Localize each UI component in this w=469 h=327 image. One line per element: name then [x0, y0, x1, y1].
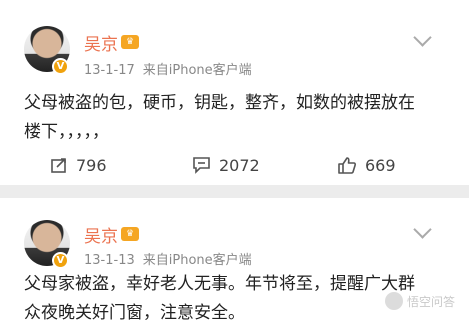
like-button[interactable]: 669: [337, 145, 396, 185]
repost-button[interactable]: 796: [50, 145, 107, 185]
post-meta: 13-1-17 来自iPhone客户端: [84, 59, 252, 78]
comment-count: 2072: [219, 155, 260, 175]
like-count: 669: [365, 155, 396, 175]
post-text: 父母家被盗，幸好老人无事。年节将至，提醒广大群 众夜晚关好门窗，注意安全。: [24, 270, 444, 327]
repost-count: 796: [76, 155, 107, 175]
post-meta: 13-1-13 来自iPhone客户端: [84, 249, 252, 268]
post-text-line: 父母被盗的包，硬币，钥匙，整齐，如数的被摆放在: [24, 93, 415, 113]
watermark-text: 悟空问答: [406, 294, 455, 309]
comment-button[interactable]: 2072: [192, 145, 260, 185]
post-date: 13-1-13: [84, 253, 135, 268]
post-date: 13-1-17: [84, 63, 135, 78]
post-source: 来自iPhone客户端: [142, 253, 252, 268]
post-text-line: 楼下，，，，，: [24, 122, 109, 142]
watermark-logo-icon: [384, 292, 403, 310]
author-name[interactable]: 吴京: [84, 30, 118, 55]
vip-icon: ♛: [121, 227, 139, 241]
post-text-line: 父母家被盗，幸好老人无事。年节将至，提醒广大群: [24, 274, 415, 294]
weibo-post: V 吴京 ♛ 13-1-17 来自iPhone客户端 父母被盗的包，硬币，钥匙，整…: [0, 0, 469, 185]
post-actions: 796 2072 669: [0, 145, 469, 185]
weibo-feed: V 吴京 ♛ 13-1-17 来自iPhone客户端 父母被盗的包，硬币，钥匙，整…: [0, 0, 469, 327]
post-text: 父母被盗的包，硬币，钥匙，整齐，如数的被摆放在 楼下，，，，，: [24, 89, 444, 147]
author-name[interactable]: 吴京: [84, 222, 118, 247]
like-icon: [338, 156, 356, 174]
repost-icon: [51, 158, 66, 173]
chevron-down-icon[interactable]: [413, 220, 432, 239]
verified-badge: V: [52, 58, 69, 75]
verified-badge: V: [52, 252, 69, 269]
post-source: 来自iPhone客户端: [142, 63, 252, 78]
chevron-down-icon[interactable]: [413, 28, 432, 47]
post-text-line: 众夜晚关好门窗，注意安全。: [24, 303, 245, 323]
comment-icon: [193, 157, 210, 174]
vip-icon: ♛: [121, 35, 139, 49]
watermark: 悟空问答: [384, 292, 455, 310]
post-separator: [0, 185, 469, 198]
